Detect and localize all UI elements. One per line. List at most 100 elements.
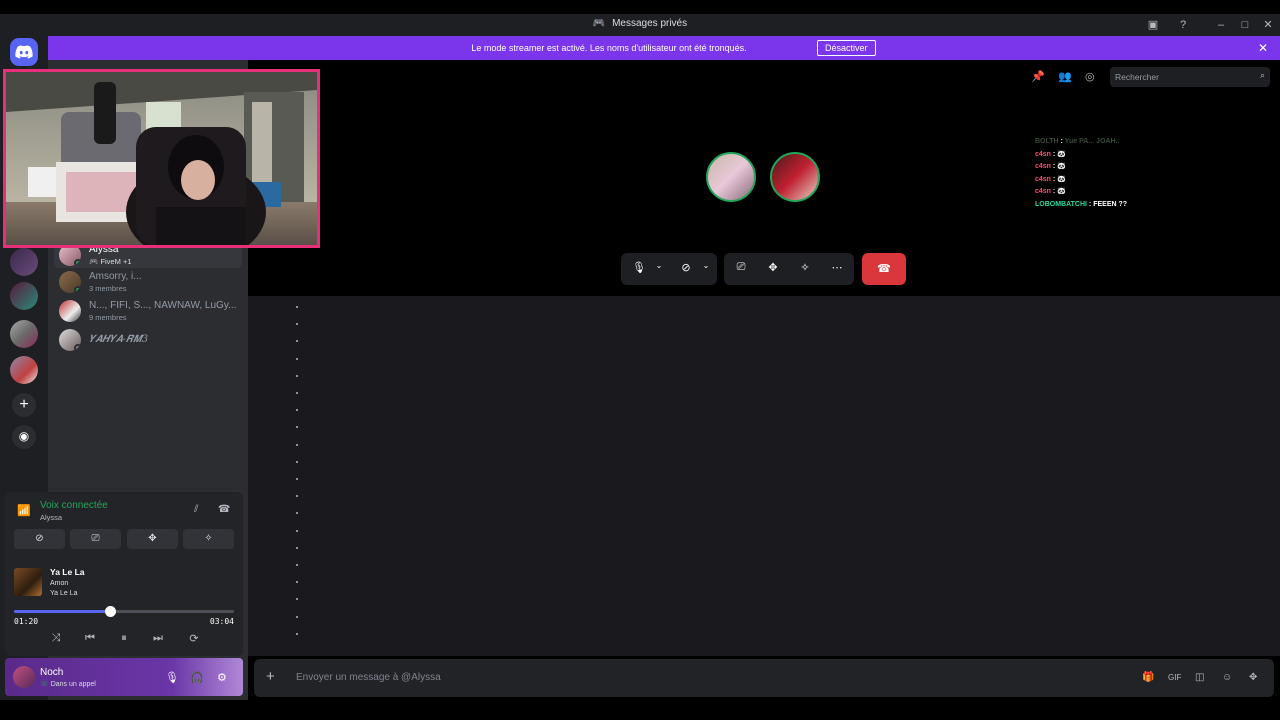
album-art (14, 568, 42, 596)
inbox-icon[interactable]: ▣ (1145, 17, 1161, 33)
message-placeholder (296, 340, 298, 343)
chat-message: c4sn : 🐼 (1035, 188, 1066, 195)
voice-status[interactable]: Voix connectée (40, 500, 108, 511)
dm-item-group[interactable]: Amsorry, i... 3 membres (54, 269, 242, 295)
camera-off-icon: ⊘ (35, 533, 44, 544)
message-placeholder (296, 323, 298, 326)
help-icon[interactable]: ? (1175, 17, 1191, 33)
participant-avatar[interactable] (770, 152, 820, 202)
search-input[interactable]: Rechercher ⌕ (1110, 67, 1270, 87)
track-duration: 03:04 (209, 617, 234, 626)
pin-icon[interactable]: 📌 (1031, 70, 1045, 83)
playback-progress-bar[interactable] (14, 606, 234, 617)
server-icon[interactable] (10, 282, 38, 310)
status-online-icon (74, 259, 81, 266)
message-placeholder (296, 306, 298, 308)
banner-close-icon[interactable]: ✕ (1258, 41, 1268, 55)
status-online-icon (74, 286, 81, 293)
message-placeholder (296, 443, 298, 446)
message-placeholder (296, 374, 298, 377)
dm-item-user[interactable]: 𝒀𝑨𝑯𝒀𝑨-𝑹𝑴3 (54, 327, 242, 353)
user-avatar[interactable] (13, 666, 35, 688)
hang-up-icon: ☎ (877, 263, 891, 275)
title-bar: 🎮 Messages privés ▣ ? – □ ✕ (0, 14, 1280, 36)
soundboard-button[interactable]: ✧ (183, 529, 234, 549)
server-folder-icon[interactable] (10, 320, 38, 348)
game-icon: 🎮 (89, 257, 99, 266)
server-folder-icon[interactable] (10, 356, 38, 384)
apps-icon[interactable]: ✥ (1249, 672, 1257, 683)
user-status-text: Dans un appel (50, 681, 96, 688)
message-placeholder (296, 564, 298, 566)
explore-icon[interactable]: ◉ (12, 425, 36, 449)
disconnect-icon[interactable]: ☎ (218, 504, 230, 515)
pause-icon[interactable]: ⏸ (116, 632, 132, 645)
user-profile-icon[interactable]: ◎ (1085, 70, 1095, 83)
camera-off-icon[interactable]: ⊘ (678, 261, 694, 274)
minimize-button[interactable]: – (1213, 17, 1229, 33)
repeat-icon[interactable]: ⟳ (186, 632, 202, 645)
microphone-icon[interactable]: 🎙 (631, 261, 647, 274)
message-placeholder (296, 478, 298, 480)
message-placeholder (296, 460, 298, 463)
dm-activity-text: FiveM +1 (100, 257, 132, 266)
chevron-down-icon[interactable]: ⌄ (698, 261, 714, 270)
sticker-icon[interactable]: ◫ (1195, 672, 1204, 683)
participant-avatar[interactable] (706, 152, 756, 202)
gift-icon[interactable]: 🎁 (1142, 672, 1154, 683)
chevron-down-icon[interactable]: ⌄ (651, 261, 667, 270)
disable-streamer-button[interactable]: Désactiver (817, 40, 876, 56)
activities-button[interactable]: ✥ (127, 529, 178, 549)
chat-message: c4sn : 🐼 (1035, 175, 1066, 183)
dm-activity: 🎮 FiveM +1 (89, 257, 132, 266)
message-placeholder (296, 409, 298, 412)
soundboard-icon[interactable]: ✧ (797, 261, 813, 274)
soundboard-icon: ✧ (204, 533, 213, 544)
username[interactable]: Noch (40, 667, 63, 678)
more-options-icon[interactable]: ⋯ (829, 261, 845, 274)
screen-share-button[interactable]: ⎚ (70, 529, 121, 549)
webcam-image (6, 72, 317, 245)
chat-text: 🐼 (1057, 175, 1066, 183)
progress-fill (14, 610, 110, 613)
message-placeholder (296, 632, 298, 635)
emoji-icon[interactable]: ☺ (1222, 672, 1232, 683)
stream-chat-overlay: BOLTH : Yue PA... JOAH.. c4sn : 🐼 c4sn : 🐼… (1035, 136, 1127, 211)
camera-button[interactable]: ⊘ (14, 529, 65, 549)
next-icon[interactable]: ⏭ (150, 632, 166, 645)
discord-home-icon[interactable] (10, 38, 38, 66)
add-attachment-icon[interactable]: + (266, 669, 275, 685)
chat-username: LOBOMBATCHI (1035, 200, 1087, 208)
shuffle-icon[interactable]: ⤨ (48, 632, 64, 645)
noise-suppression-icon[interactable]: ⫽ (194, 504, 198, 515)
voice-channel[interactable]: Alyssa (40, 513, 62, 522)
audio-video-controls: 🎙 ⌄ ⊘ ⌄ (621, 253, 717, 285)
gif-icon[interactable]: GIF (1168, 673, 1181, 682)
message-placeholder (296, 615, 298, 618)
progress-handle[interactable] (104, 606, 116, 617)
close-window-button[interactable]: ✕ (1260, 17, 1276, 33)
add-friend-icon[interactable]: 👥 (1058, 70, 1072, 83)
message-input[interactable]: Envoyer un message à @Alyssa (296, 672, 441, 683)
microphone-icon[interactable]: 🎙 (165, 671, 179, 684)
activities-icon[interactable]: ✥ (765, 261, 781, 274)
hang-up-button[interactable]: ☎ (862, 253, 906, 285)
track-title: Ya Le La (50, 567, 85, 577)
add-server-icon[interactable]: + (12, 393, 36, 417)
headphones-icon[interactable]: 🎧 (190, 671, 204, 684)
previous-icon[interactable]: ⏮ (82, 632, 98, 645)
dm-item-group[interactable]: N..., FIFI, S..., NAWNAW, LuGy... 9 memb… (54, 298, 242, 324)
chat-text: 🐼 (1057, 188, 1066, 195)
group-avatar (59, 271, 81, 293)
maximize-button[interactable]: □ (1237, 17, 1253, 33)
dm-name: N..., FIFI, S..., NAWNAW, LuGy... (89, 300, 237, 311)
message-placeholder (296, 426, 298, 429)
discord-small-icon: 🎮 (592, 18, 606, 29)
dm-name: Amsorry, i... (89, 271, 142, 282)
screen-share-icon[interactable]: ⎚ (733, 261, 749, 274)
message-placeholder (296, 546, 298, 549)
streamer-mode-banner: Le mode streamer est activé. Les noms d'… (48, 36, 1280, 60)
server-icon[interactable] (10, 248, 38, 276)
signal-icon: 📶 (17, 505, 31, 517)
settings-gear-icon[interactable]: ⚙ (217, 671, 227, 684)
